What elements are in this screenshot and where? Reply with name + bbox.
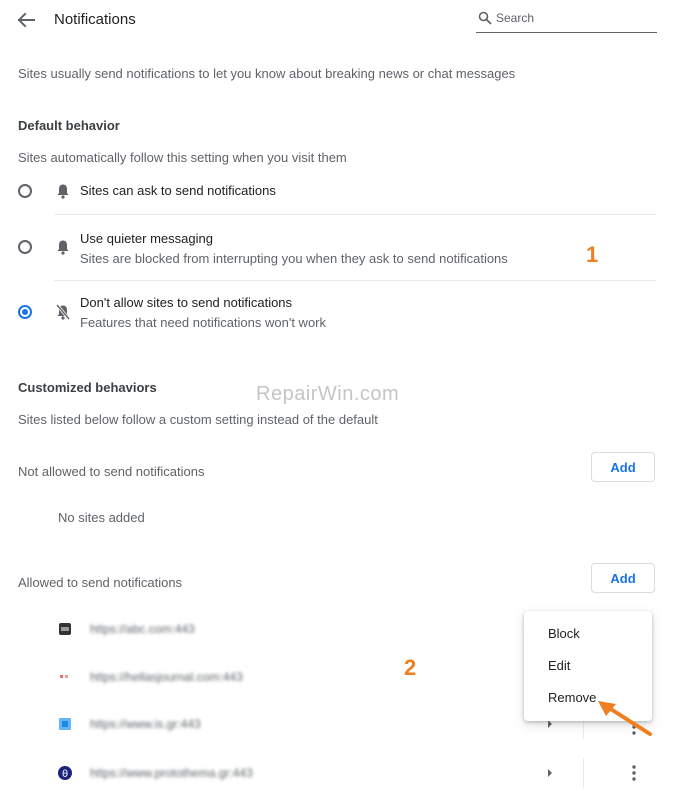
divider bbox=[54, 280, 656, 281]
allowed-label: Allowed to send notifications bbox=[18, 575, 183, 590]
divider bbox=[583, 758, 584, 788]
option-ask-label: Sites can ask to send notifications bbox=[80, 183, 276, 198]
bell-icon bbox=[57, 184, 69, 199]
site-favicon-icon bbox=[59, 718, 71, 730]
bell-icon bbox=[57, 240, 69, 255]
annotation-step-2: 2 bbox=[404, 655, 417, 680]
divider bbox=[54, 214, 656, 215]
default-behavior-description: Sites automatically follow this setting … bbox=[18, 150, 347, 165]
search-box[interactable] bbox=[476, 6, 657, 33]
menu-item-edit[interactable]: Edit bbox=[524, 651, 652, 681]
radio-quiet[interactable] bbox=[18, 240, 32, 254]
radio-ask[interactable] bbox=[18, 184, 32, 198]
customized-heading: Customized behaviors bbox=[18, 380, 157, 395]
menu-item-block[interactable]: Block bbox=[524, 619, 652, 649]
site-url: https://www.is.gr:443 bbox=[90, 717, 201, 731]
option-quiet-label: Use quieter messaging bbox=[80, 231, 213, 246]
add-blocked-site-button[interactable]: Add bbox=[591, 452, 655, 482]
page-title: Notifications bbox=[54, 11, 136, 28]
option-block-sublabel: Features that need notifications won't w… bbox=[80, 315, 327, 330]
table-row[interactable]: θ https://www.protothema.gr:443 bbox=[0, 758, 660, 788]
annotation-arrow-icon bbox=[598, 701, 652, 736]
site-url: https://abc.com:443 bbox=[90, 622, 195, 636]
default-behavior-heading: Default behavior bbox=[18, 118, 120, 133]
option-quiet[interactable]: Use quieter messaging Sites are blocked … bbox=[0, 222, 660, 274]
watermark: RepairWin.com bbox=[256, 383, 400, 405]
site-favicon-icon bbox=[59, 623, 71, 635]
svg-text:θ: θ bbox=[62, 769, 68, 780]
option-ask[interactable]: Sites can ask to send notifications bbox=[0, 172, 660, 212]
site-favicon-icon bbox=[60, 675, 68, 678]
site-favicon-icon: θ bbox=[58, 766, 72, 780]
intro-text: Sites usually send notifications to let … bbox=[18, 66, 516, 81]
option-block[interactable]: Don't allow sites to send notifications … bbox=[0, 286, 660, 338]
not-allowed-label: Not allowed to send notifications bbox=[18, 464, 205, 479]
customized-description: Sites listed below follow a custom setti… bbox=[18, 412, 378, 427]
more-vert-icon[interactable] bbox=[626, 764, 642, 782]
annotation-step-1: 1 bbox=[586, 242, 599, 267]
bell-off-icon bbox=[56, 304, 70, 320]
site-url: https://hellasjournal.com:443 bbox=[90, 670, 243, 684]
option-quiet-sublabel: Sites are blocked from interrupting you … bbox=[80, 251, 508, 266]
no-sites-text: No sites added bbox=[58, 510, 145, 525]
add-allowed-site-button[interactable]: Add bbox=[591, 563, 655, 593]
site-url: https://www.protothema.gr:443 bbox=[90, 766, 253, 780]
search-icon bbox=[478, 11, 492, 25]
option-block-label: Don't allow sites to send notifications bbox=[80, 295, 293, 310]
radio-block[interactable] bbox=[18, 305, 32, 319]
chevron-right-icon[interactable] bbox=[545, 768, 555, 778]
back-arrow-icon[interactable] bbox=[14, 9, 38, 31]
search-input[interactable] bbox=[496, 9, 646, 27]
